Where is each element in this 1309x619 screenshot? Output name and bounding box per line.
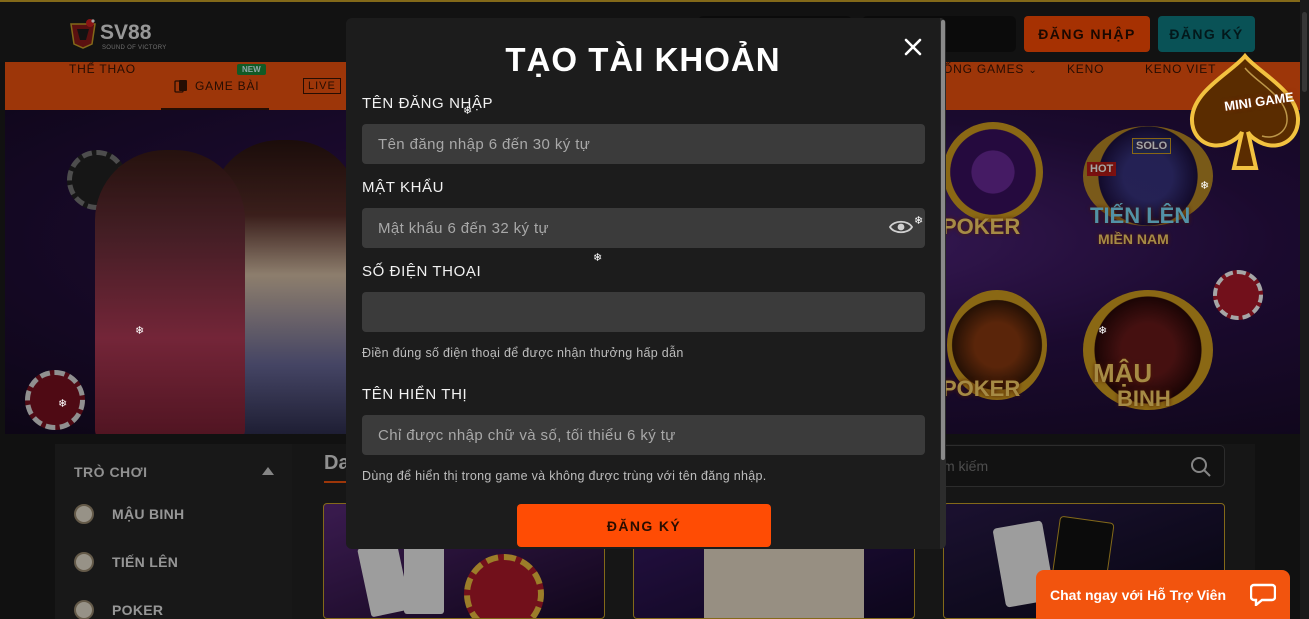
display-name-label: TÊN HIỂN THỊ	[362, 386, 468, 403]
snowflake-icon: ❄	[593, 251, 603, 264]
display-name-hint: Dùng để hiển thị trong game và không đượ…	[362, 469, 767, 483]
register-modal: TẠO TÀI KHOẢN TÊN ĐĂNG NHẬP MẬT KHẨU SỐ …	[346, 18, 946, 549]
modal-scrollbar[interactable]	[940, 18, 946, 549]
phone-hint: Điền đúng số điện thoại để được nhận thư…	[362, 346, 684, 360]
show-password-eye-icon[interactable]	[889, 218, 913, 236]
modal-title: TẠO TÀI KHOẢN	[505, 41, 781, 78]
display-name-input[interactable]	[362, 415, 925, 455]
snowflake-icon: ❄	[463, 104, 473, 117]
submit-register-button[interactable]: ĐĂNG KÝ	[517, 504, 771, 547]
page: SV88 SOUND OF VICTORY ĐĂNG NHẬP ĐĂNG KÝ …	[0, 0, 1309, 619]
password-input[interactable]	[362, 208, 925, 248]
snowflake-icon: ❄	[1200, 179, 1210, 192]
phone-input[interactable]	[362, 292, 925, 332]
phone-label: SỐ ĐIỆN THOẠI	[362, 263, 482, 280]
snowflake-icon: ❄	[1098, 324, 1108, 337]
live-chat-button[interactable]: Chat ngay với Hỗ Trợ Viên	[1036, 570, 1290, 619]
close-icon[interactable]	[902, 36, 924, 58]
username-label: TÊN ĐĂNG NHẬP	[362, 95, 494, 112]
mini-game-badge[interactable]	[1186, 52, 1304, 176]
snowflake-icon: ❄	[914, 214, 924, 227]
chat-bubble-icon	[1250, 583, 1276, 606]
username-input[interactable]	[362, 124, 925, 164]
snowflake-icon: ❄	[58, 397, 68, 410]
snowflake-icon: ❄	[135, 324, 145, 337]
password-label: MẬT KHẨU	[362, 179, 445, 196]
chat-label: Chat ngay với Hỗ Trợ Viên	[1050, 586, 1227, 603]
